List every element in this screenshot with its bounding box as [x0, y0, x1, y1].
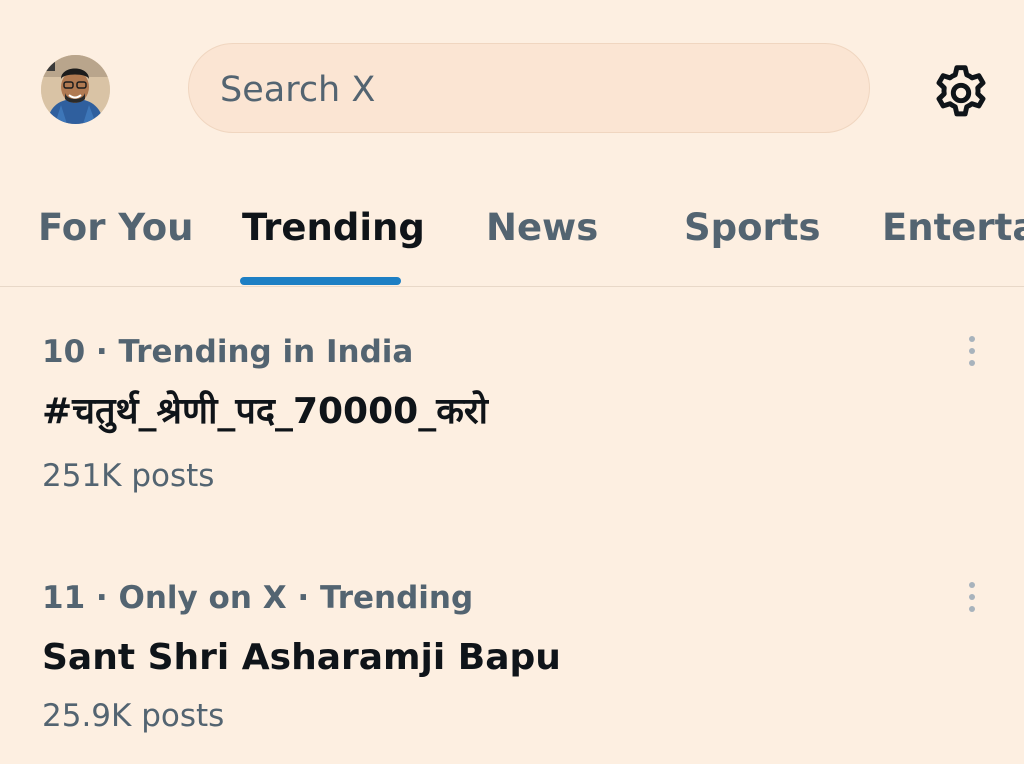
search-placeholder: Search X: [220, 70, 376, 110]
trend-item[interactable]: 10 · Trending in India #चतुर्थ_श्रेणी_पद…: [0, 334, 1024, 504]
more-vertical-icon: [969, 336, 975, 366]
trend-item[interactable]: 11 · Only on X · Trending Sant Shri Asha…: [0, 580, 1024, 750]
trend-meta: 10 · Trending in India: [42, 334, 414, 370]
trend-title: Sant Shri Asharamji Bapu: [42, 637, 561, 678]
settings-button[interactable]: [928, 60, 994, 126]
top-bar: Search X: [0, 0, 1024, 170]
gear-icon: [936, 65, 986, 117]
more-vertical-icon: [969, 582, 975, 612]
trend-post-count: 25.9K posts: [42, 698, 225, 734]
trend-post-count: 251K posts: [42, 458, 215, 494]
trend-title: #चतुर्थ_श्रेणी_पद_70000_करो: [42, 391, 488, 432]
more-options-button[interactable]: [960, 580, 984, 616]
active-tab-indicator: [240, 277, 401, 285]
tab-entertainment[interactable]: Entertai: [882, 206, 1024, 250]
tab-news[interactable]: News: [486, 206, 598, 250]
explore-tabs: For You Trending News Sports Entertai: [0, 170, 1024, 287]
more-options-button[interactable]: [960, 334, 984, 370]
avatar[interactable]: [41, 55, 110, 124]
trend-meta: 11 · Only on X · Trending: [42, 580, 474, 616]
tab-for-you[interactable]: For You: [38, 206, 193, 250]
tab-sports[interactable]: Sports: [684, 206, 821, 250]
user-avatar-icon: [41, 55, 110, 124]
search-input[interactable]: Search X: [188, 43, 870, 133]
tab-trending[interactable]: Trending: [242, 206, 425, 250]
